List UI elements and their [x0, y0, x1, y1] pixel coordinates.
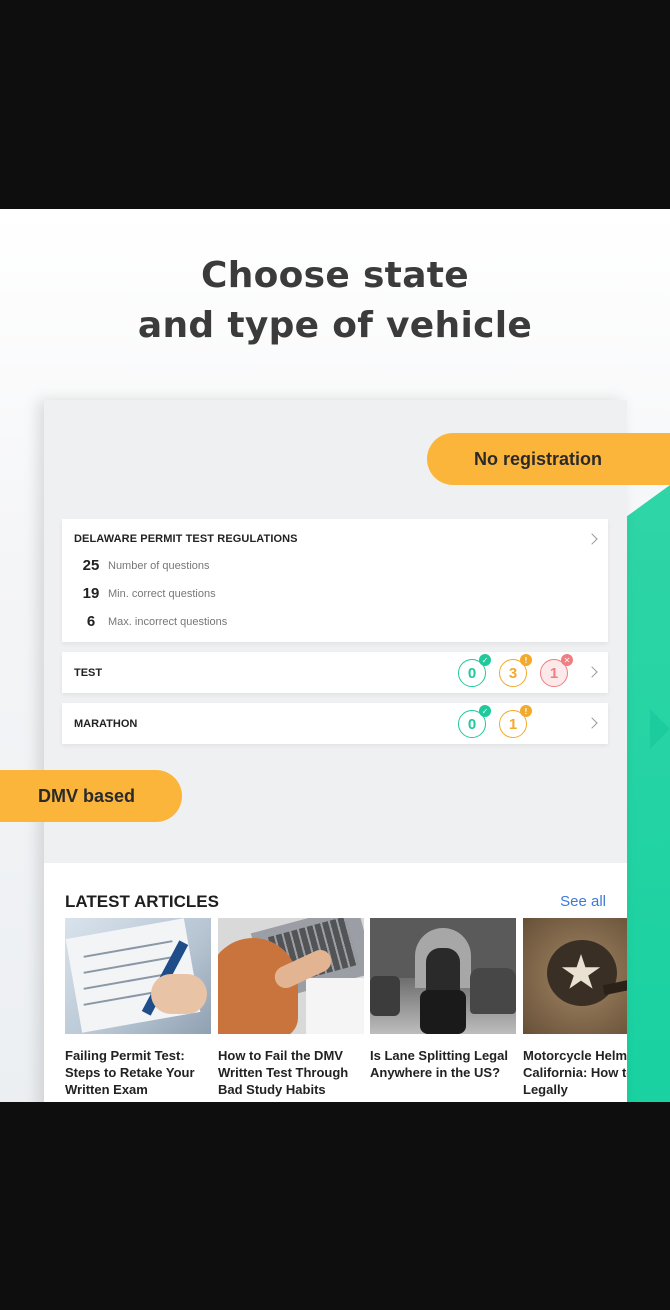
article-thumbnail: [65, 918, 211, 1034]
green-accent-strip: [626, 485, 670, 1102]
stat-row: 19 Min. correct questions: [74, 585, 216, 602]
dmv-based-badge: DMV based: [0, 770, 182, 822]
exclamation-icon: !: [520, 654, 532, 666]
regulations-title: DELAWARE PERMIT TEST REGULATIONS: [74, 533, 298, 545]
warning-count: 3: [508, 664, 518, 682]
stat-label: Max. incorrect questions: [108, 615, 228, 628]
marathon-label: MARATHON: [74, 717, 138, 730]
correct-count-badge: 0 ✓: [458, 654, 491, 687]
article-title: Failing Permit Test: Steps to Retake You…: [65, 1048, 195, 1097]
article-title: How to Fail the DMV Written Test Through…: [218, 1048, 349, 1097]
article-card[interactable]: How to Fail the DMV Written Test Through…: [218, 918, 364, 1098]
article-card[interactable]: Is Lane Splitting Legal Anywhere in the …: [370, 918, 516, 1081]
check-icon: ✓: [479, 705, 491, 717]
correct-count: 0: [467, 664, 477, 682]
promo-headline: Choose state and type of vehicle: [0, 251, 670, 351]
test-mode-row[interactable]: TEST 0 ✓ 3 ! 1 ✕: [62, 652, 608, 693]
chevron-right-icon: [586, 717, 598, 729]
exclamation-icon: !: [520, 705, 532, 717]
correct-count-badge: 0 ✓: [458, 705, 491, 738]
chevron-right-icon: [586, 533, 598, 545]
incorrect-count: 1: [549, 664, 559, 682]
article-thumbnail: [523, 918, 627, 1034]
stat-value: 6: [86, 613, 96, 630]
article-thumbnail: [218, 918, 364, 1034]
latest-articles-section: LATEST ARTICLES See all Failing Permit T…: [44, 863, 627, 1102]
warning-count-badge: 1 !: [499, 705, 532, 738]
stat-value: 19: [82, 585, 100, 602]
letterbox-bottom: [0, 1102, 670, 1310]
article-title: Motorcycle Helmet California: How to Leg…: [523, 1048, 627, 1097]
see-all-link[interactable]: See all: [560, 893, 606, 910]
chevron-right-icon: [586, 666, 598, 678]
promo-screen: Choose state and type of vehicle DELAWAR…: [0, 209, 670, 1102]
stat-value: 25: [82, 557, 100, 574]
warning-count-badge: 3 !: [499, 654, 532, 687]
stat-label: Number of questions: [108, 559, 210, 572]
letterbox-top: [0, 0, 670, 209]
articles-heading: LATEST ARTICLES: [65, 892, 219, 911]
stat-row: 25 Number of questions: [74, 557, 210, 574]
article-card[interactable]: Motorcycle Helmet California: How to Leg…: [523, 918, 627, 1098]
stat-label: Min. correct questions: [108, 587, 216, 600]
article-thumbnail: [370, 918, 516, 1034]
no-registration-badge: No registration: [427, 433, 670, 485]
correct-count: 0: [467, 715, 477, 733]
headline-line-1: Choose state: [200, 255, 470, 296]
warning-count: 1: [508, 715, 518, 733]
regulations-card[interactable]: DELAWARE PERMIT TEST REGULATIONS 25 Numb…: [62, 519, 608, 642]
headline-line-2: and type of vehicle: [137, 305, 533, 346]
marathon-mode-row[interactable]: MARATHON 0 ✓ 1 !: [62, 703, 608, 744]
test-label: TEST: [74, 666, 103, 679]
article-card[interactable]: Failing Permit Test: Steps to Retake You…: [65, 918, 211, 1098]
article-title: Is Lane Splitting Legal Anywhere in the …: [370, 1048, 508, 1080]
x-icon: ✕: [561, 654, 573, 666]
incorrect-count-badge: 1 ✕: [540, 654, 573, 687]
stat-row: 6 Max. incorrect questions: [74, 613, 227, 630]
check-icon: ✓: [479, 654, 491, 666]
